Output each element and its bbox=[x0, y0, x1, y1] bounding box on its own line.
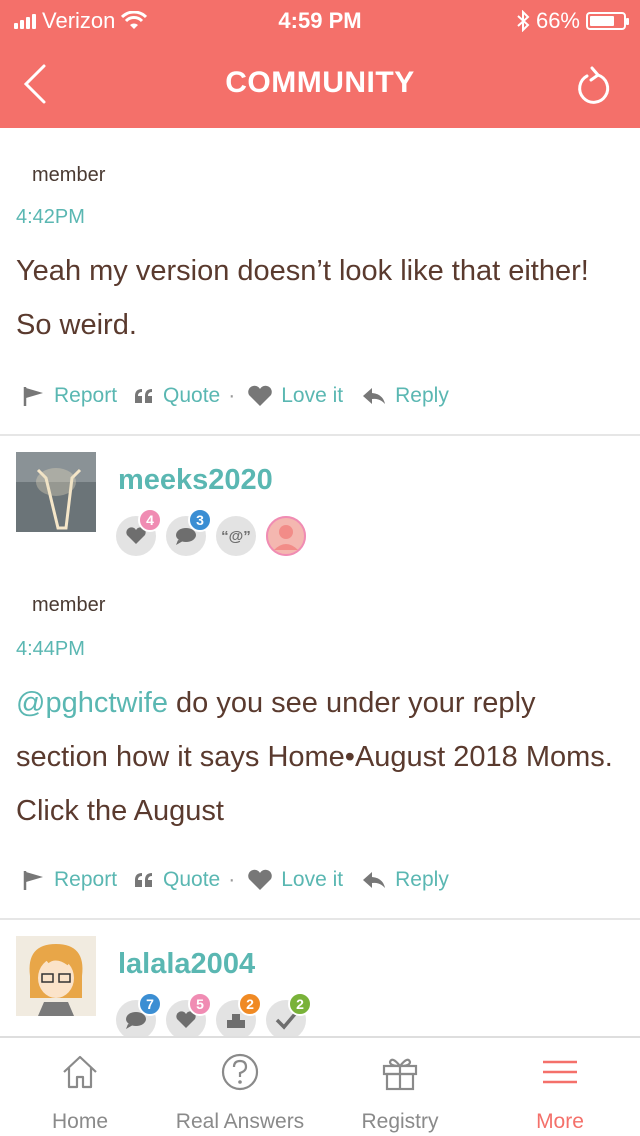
love-label: Love it bbox=[281, 868, 344, 891]
badge-count: 3 bbox=[188, 508, 212, 532]
check-badge: 2 bbox=[266, 992, 312, 1036]
member-label: member bbox=[32, 164, 106, 186]
status-right: 66% bbox=[516, 8, 629, 34]
menu-icon bbox=[543, 1060, 577, 1084]
reply-icon bbox=[363, 872, 386, 888]
quote-icon bbox=[135, 873, 153, 887]
quote-label: Quote bbox=[163, 384, 221, 407]
report-button[interactable]: Report bbox=[22, 384, 117, 408]
bluetooth-icon bbox=[517, 10, 530, 32]
tab-label: Registry bbox=[361, 1110, 439, 1133]
reply-label: Reply bbox=[395, 868, 449, 891]
tab-label: Home bbox=[51, 1110, 109, 1133]
quote-label: Quote bbox=[163, 868, 221, 891]
flag-icon bbox=[23, 387, 43, 406]
badge-count: 5 bbox=[188, 992, 212, 1016]
battery-icon bbox=[586, 12, 629, 30]
tab-home[interactable]: Home bbox=[0, 1038, 160, 1136]
heart-icon bbox=[248, 869, 273, 890]
badge-count: 4 bbox=[138, 508, 162, 532]
reply-button[interactable]: Reply bbox=[361, 868, 449, 892]
app-header: Verizon 4:59 PM 66% COMMUNITY bbox=[0, 0, 640, 128]
tab-real-answers[interactable]: Real Answers bbox=[160, 1038, 320, 1136]
member-label: member bbox=[32, 594, 106, 616]
avatar[interactable] bbox=[16, 452, 96, 532]
refresh-icon bbox=[578, 66, 610, 104]
separator-dot: · bbox=[228, 868, 236, 891]
user-badges: 4 3 “@” bbox=[116, 508, 306, 556]
report-label: Report bbox=[54, 868, 118, 891]
avatar[interactable] bbox=[16, 936, 96, 1016]
post-body: @pghctwife do you see under your reply s… bbox=[16, 676, 616, 838]
post-time: 4:44PM bbox=[16, 638, 85, 660]
tab-bar: Home Real Answers Registry More bbox=[0, 1036, 640, 1136]
post-body: Yeah my version doesn’t look like that e… bbox=[16, 255, 589, 341]
page-title: COMMUNITY bbox=[225, 66, 415, 99]
divider bbox=[0, 918, 640, 920]
refresh-button[interactable] bbox=[572, 64, 612, 108]
mention-badge: “@” bbox=[216, 516, 256, 556]
report-label: Report bbox=[54, 384, 118, 407]
tab-label: More bbox=[536, 1110, 584, 1133]
profile-icon bbox=[266, 516, 306, 556]
username[interactable]: meeks2020 bbox=[118, 464, 273, 497]
question-icon bbox=[221, 1053, 259, 1091]
avatar-image bbox=[16, 452, 96, 532]
comment-badge: 3 bbox=[166, 508, 212, 556]
mention-icon: “@” bbox=[221, 527, 251, 545]
avatar-image bbox=[16, 936, 96, 1016]
quote-button[interactable]: Quote bbox=[133, 384, 220, 408]
quote-button[interactable]: Quote bbox=[133, 868, 220, 892]
user-badges: 7 5 2 2 bbox=[116, 992, 312, 1036]
status-bar: Verizon 4:59 PM 66% bbox=[0, 6, 640, 36]
heart-badge: 5 bbox=[166, 992, 212, 1036]
divider bbox=[0, 434, 640, 436]
badge-count: 2 bbox=[238, 992, 262, 1016]
badge-count: 2 bbox=[288, 992, 312, 1016]
heart-icon bbox=[248, 385, 273, 406]
cake-badge: 2 bbox=[216, 992, 262, 1036]
post-time: 4:42PM bbox=[16, 206, 85, 228]
post-list[interactable]: member 4:42PM Yeah my version doesn’t lo… bbox=[0, 128, 640, 1036]
quote-icon bbox=[135, 389, 153, 403]
heart-badge: 4 bbox=[116, 508, 162, 556]
tab-label: Real Answers bbox=[175, 1110, 305, 1133]
love-button[interactable]: Love it bbox=[247, 384, 343, 408]
reply-label: Reply bbox=[395, 384, 449, 407]
gift-icon bbox=[382, 1058, 418, 1091]
comment-badge: 7 bbox=[116, 992, 162, 1036]
reply-button[interactable]: Reply bbox=[361, 384, 449, 408]
love-label: Love it bbox=[281, 384, 344, 407]
post-actions: Report Quote · Love it Reply bbox=[22, 384, 449, 408]
username[interactable]: lalala2004 bbox=[118, 948, 255, 981]
battery-percent: 66% bbox=[535, 8, 580, 33]
reply-icon bbox=[363, 388, 386, 404]
tab-registry[interactable]: Registry bbox=[320, 1038, 480, 1136]
post-actions: Report Quote · Love it Reply bbox=[22, 868, 449, 892]
flag-icon bbox=[23, 871, 43, 890]
badge-count: 7 bbox=[138, 992, 162, 1016]
report-button[interactable]: Report bbox=[22, 868, 117, 892]
mention-link[interactable]: @pghctwife bbox=[16, 687, 168, 719]
separator-dot: · bbox=[228, 384, 236, 407]
profile-badge bbox=[266, 516, 306, 556]
home-icon bbox=[63, 1055, 97, 1089]
love-button[interactable]: Love it bbox=[247, 868, 343, 892]
tab-more[interactable]: More bbox=[480, 1038, 640, 1136]
